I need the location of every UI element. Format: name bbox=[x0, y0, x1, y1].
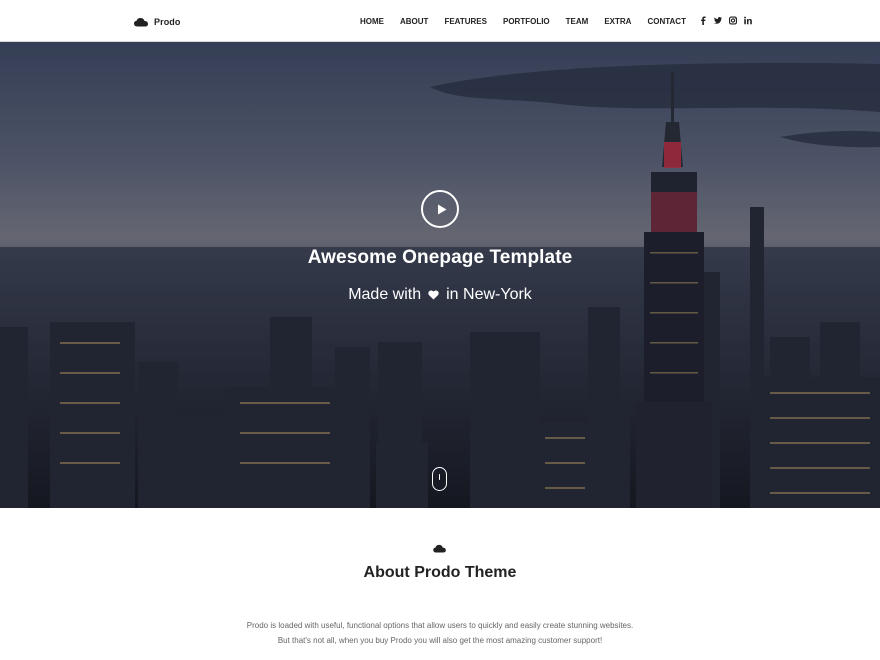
nav-item-home[interactable]: HOME bbox=[360, 17, 384, 27]
nav-item-portfolio[interactable]: PORTFOLIO bbox=[503, 17, 550, 27]
play-icon bbox=[438, 204, 447, 215]
brand-logo[interactable]: Prodo bbox=[134, 14, 181, 30]
nav-item-team[interactable]: TEAM bbox=[566, 17, 589, 27]
scroll-down-button[interactable] bbox=[432, 467, 447, 491]
instagram-icon[interactable] bbox=[729, 16, 737, 26]
social-links bbox=[699, 16, 752, 26]
brand-name: Prodo bbox=[154, 17, 181, 27]
about-line-1: Prodo is loaded with useful, functional … bbox=[246, 621, 634, 630]
scroll-down-icon bbox=[438, 474, 440, 480]
hero-section: Awesome Onepage Template Made with in Ne… bbox=[0, 42, 880, 508]
cloud-icon bbox=[433, 544, 446, 553]
about-section: About Prodo Theme Prodo is loaded with u… bbox=[0, 508, 880, 660]
twitter-icon[interactable] bbox=[714, 16, 722, 26]
hero-subtitle-before: Made with bbox=[348, 286, 422, 303]
play-video-button[interactable] bbox=[421, 190, 459, 228]
linkedin-icon[interactable] bbox=[744, 16, 752, 26]
hero-overlay bbox=[0, 42, 880, 508]
nav-item-contact[interactable]: CONTACT bbox=[647, 17, 686, 27]
hero-subtitle: Made with in New-York bbox=[0, 286, 880, 304]
cloud-icon bbox=[134, 18, 148, 27]
facebook-icon[interactable] bbox=[699, 16, 707, 26]
about-line-2: But that's not all, when you buy Prodo y… bbox=[277, 636, 603, 645]
main-nav: HOME ABOUT FEATURES PORTFOLIO TEAM EXTRA… bbox=[360, 17, 702, 27]
about-description: Prodo is loaded with useful, functional … bbox=[0, 618, 880, 648]
nav-item-features[interactable]: FEATURES bbox=[444, 17, 487, 27]
nav-item-about[interactable]: ABOUT bbox=[400, 17, 428, 27]
heart-icon bbox=[428, 290, 439, 300]
site-header: Prodo HOME ABOUT FEATURES PORTFOLIO TEAM… bbox=[0, 0, 880, 42]
about-title: About Prodo Theme bbox=[363, 564, 517, 581]
hero-title: Awesome Onepage Template bbox=[307, 247, 573, 268]
hero-subtitle-after: in New-York bbox=[446, 286, 532, 303]
nav-item-extra[interactable]: EXTRA bbox=[604, 17, 631, 27]
